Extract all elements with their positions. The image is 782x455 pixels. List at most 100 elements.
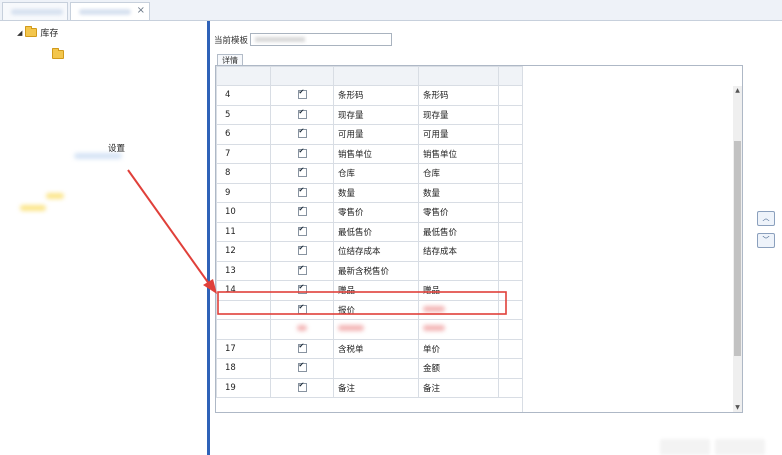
visible-checkbox-cell[interactable] <box>270 280 334 301</box>
visible-checkbox-cell[interactable] <box>270 163 334 184</box>
visible-checkbox[interactable] <box>297 342 307 353</box>
visible-checkbox[interactable] <box>297 127 307 139</box>
display-name-cell[interactable]: 可用量 <box>418 124 499 145</box>
row-number: 11 <box>216 221 271 242</box>
display-name-cell[interactable]: 金额 <box>418 358 499 379</box>
field-grid: 必录 4 条形码条形码 5 现存量现存量 6 可用量可用量 7 销售单位销售单位 8 仓库仓库 9 数… <box>215 65 743 413</box>
display-name-cell[interactable]: 数量 <box>418 182 499 203</box>
template-name-input[interactable] <box>250 33 393 46</box>
visible-checkbox[interactable] <box>297 205 307 217</box>
display-name-cell[interactable] <box>418 260 499 281</box>
visible-checkbox[interactable] <box>297 303 307 314</box>
visible-checkbox-cell[interactable] <box>270 377 334 398</box>
scroll-down-icon[interactable]: ▼ <box>733 403 742 412</box>
cancel-button[interactable] <box>715 439 765 455</box>
tree-node-blurred <box>20 205 46 211</box>
visible-checkbox[interactable] <box>297 244 307 256</box>
display-name-cell[interactable]: 仓库 <box>418 163 499 184</box>
visible-checkbox-cell[interactable] <box>270 319 334 340</box>
visible-checkbox-cell[interactable] <box>270 221 334 242</box>
tree-node-settings-label[interactable]: 设置 <box>108 142 125 154</box>
row-number: 18 <box>216 358 271 379</box>
visible-checkbox-cell[interactable] <box>270 299 334 320</box>
close-icon[interactable]: × <box>137 5 145 16</box>
row-number: 14 <box>216 280 271 301</box>
table-row[interactable]: 11 最低售价最低售价 <box>216 221 564 242</box>
visible-checkbox[interactable] <box>297 361 307 373</box>
expand-triangle-icon[interactable]: ◢ <box>17 29 22 37</box>
visible-checkbox-cell[interactable] <box>270 358 334 379</box>
visible-checkbox-cell[interactable] <box>270 241 334 262</box>
field-name-cell: 备注 <box>333 377 419 398</box>
field-name-cell: 报价 <box>333 299 419 320</box>
display-name-cell[interactable]: 备注 <box>418 377 499 398</box>
table-row[interactable]: 12 位结存成本结存成本 <box>216 241 564 262</box>
visible-checkbox-cell[interactable] <box>270 338 334 359</box>
visible-checkbox-cell[interactable] <box>270 85 334 106</box>
vertical-scrollbar[interactable]: ▲ ▼ <box>733 86 742 412</box>
visible-checkbox-cell[interactable] <box>270 202 334 223</box>
visible-checkbox-cell[interactable] <box>270 124 334 145</box>
column-header <box>270 66 334 86</box>
display-name-cell[interactable]: 现存量 <box>418 104 499 125</box>
table-row[interactable] <box>216 319 564 340</box>
field-name-cell: 位结存成本 <box>333 241 419 262</box>
table-row[interactable]: 6 可用量可用量 <box>216 124 564 145</box>
tree-node-child[interactable] <box>52 48 64 59</box>
table-row[interactable]: 10 零售价零售价 <box>216 202 564 223</box>
visible-checkbox[interactable] <box>297 225 307 236</box>
visible-checkbox-cell[interactable] <box>270 104 334 125</box>
table-row[interactable]: 5 现存量现存量 <box>216 104 564 125</box>
display-name-cell[interactable] <box>418 319 499 340</box>
display-name-cell[interactable]: 赠品 <box>418 280 499 301</box>
row-number: 5 <box>216 104 271 125</box>
tab-active[interactable]: × <box>70 2 150 20</box>
move-down-button[interactable]: ﹀ <box>757 233 775 248</box>
table-row[interactable]: 19 备注备注 <box>216 377 564 398</box>
scroll-up-icon[interactable]: ▲ <box>733 86 742 95</box>
display-name-cell[interactable]: 销售单位 <box>418 143 499 164</box>
display-name-cell[interactable]: 零售价 <box>418 202 499 223</box>
table-row[interactable]: 4 条形码条形码 <box>216 85 564 106</box>
display-name-cell[interactable]: 条形码 <box>418 85 499 106</box>
table-row[interactable]: 报价 <box>216 299 564 320</box>
tab-first[interactable] <box>2 2 68 20</box>
confirm-button[interactable] <box>660 439 710 455</box>
visible-checkbox-cell[interactable] <box>270 260 334 281</box>
visible-checkbox[interactable] <box>297 108 307 119</box>
display-name-cell[interactable]: 单价 <box>418 338 499 359</box>
table-row[interactable]: 18 金额 <box>216 358 564 379</box>
grid-header-row: 必录 <box>216 66 564 86</box>
field-name-cell: 赠品 <box>333 280 419 301</box>
tree-node-root[interactable]: ◢ 库存 <box>17 26 58 39</box>
visible-checkbox[interactable] <box>297 186 307 197</box>
blurred-text <box>423 305 445 312</box>
table-row[interactable]: 17 含税单单价 <box>216 338 564 359</box>
scroll-thumb[interactable] <box>734 141 741 356</box>
blurred-text <box>423 325 445 332</box>
row-number <box>216 319 271 340</box>
visible-checkbox[interactable] <box>297 381 307 392</box>
table-row[interactable]: 8 仓库仓库 <box>216 163 564 184</box>
table-row[interactable]: 9 数量数量 <box>216 182 564 203</box>
table-row[interactable]: 14 赠品赠品 <box>216 280 564 301</box>
visible-checkbox[interactable] <box>297 147 307 158</box>
field-name-cell: 最低售价 <box>333 221 419 242</box>
visible-checkbox[interactable] <box>297 166 307 178</box>
visible-checkbox[interactable] <box>297 264 307 275</box>
table-row[interactable]: 7 销售单位销售单位 <box>216 143 564 164</box>
field-name-cell <box>333 319 419 340</box>
grid-empty-area <box>522 66 742 412</box>
visible-checkbox-cell[interactable] <box>270 143 334 164</box>
display-name-cell[interactable] <box>418 299 499 320</box>
row-number: 19 <box>216 377 271 398</box>
table-row[interactable]: 13 最新含税售价 <box>216 260 564 281</box>
visible-checkbox-cell[interactable] <box>270 182 334 203</box>
visible-checkbox[interactable] <box>297 283 307 295</box>
display-name-cell[interactable]: 最低售价 <box>418 221 499 242</box>
display-name-cell[interactable]: 结存成本 <box>418 241 499 262</box>
column-header <box>333 66 419 86</box>
move-up-button[interactable]: ︿ <box>757 211 775 226</box>
row-number: 17 <box>216 338 271 359</box>
visible-checkbox[interactable] <box>297 88 307 100</box>
